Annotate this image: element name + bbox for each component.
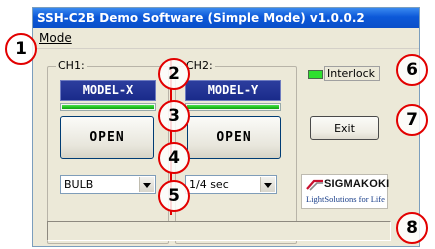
ch1-progress-fill — [62, 105, 154, 109]
ch2-mode-value: 1/4 sec — [189, 178, 229, 191]
app-window: SSH-C2B Demo Software (Simple Mode) v1.0… — [32, 7, 420, 247]
ch2-model-label: MODEL-Y — [185, 80, 281, 101]
ch1-mode-value: BULB — [64, 178, 94, 191]
ch2-progress-bar — [185, 103, 281, 111]
interlock-label-box: Interlock — [324, 66, 380, 81]
logo-brand: SIGMAKOKI — [324, 178, 390, 190]
callout-1: 1 — [5, 33, 37, 65]
logo-tagline: LightSolutions for Life — [306, 194, 385, 204]
menu-bar: Mode — [33, 28, 419, 49]
ch1-mode-select[interactable]: BULB — [60, 175, 156, 194]
interlock-label: Interlock — [327, 67, 376, 80]
status-bar — [47, 221, 391, 241]
callout-7: 7 — [396, 104, 428, 136]
ch2-mode-select[interactable]: 1/4 sec — [185, 175, 277, 194]
ch1-chevron-down-icon[interactable] — [139, 177, 154, 192]
sigmakoki-logo: SIGMAKOKI LightSolutions for Life — [301, 174, 390, 209]
ch1-model-label: MODEL-X — [60, 80, 156, 101]
title-bar: SSH-C2B Demo Software (Simple Mode) v1.0… — [33, 8, 419, 28]
ch1-progress-bar — [60, 103, 156, 111]
ch1-group-label: CH1: — [56, 59, 87, 73]
callout-4: 4 — [158, 142, 190, 174]
callout-5: 5 — [158, 180, 190, 212]
interlock-indicator-icon — [308, 70, 323, 79]
exit-button[interactable]: Exit — [310, 116, 379, 140]
callout-2: 2 — [158, 58, 190, 90]
callout-3: 3 — [158, 100, 190, 132]
ch2-open-button[interactable]: OPEN — [187, 116, 281, 159]
ch2-chevron-down-icon[interactable] — [260, 177, 275, 192]
ch2-progress-fill — [187, 105, 279, 109]
callout-6: 6 — [396, 54, 428, 86]
menu-mode[interactable]: Mode — [39, 30, 72, 46]
callout-8: 8 — [396, 212, 428, 244]
ch1-open-button[interactable]: OPEN — [60, 116, 154, 159]
sigmakoki-logo-mark-icon — [306, 179, 323, 191]
